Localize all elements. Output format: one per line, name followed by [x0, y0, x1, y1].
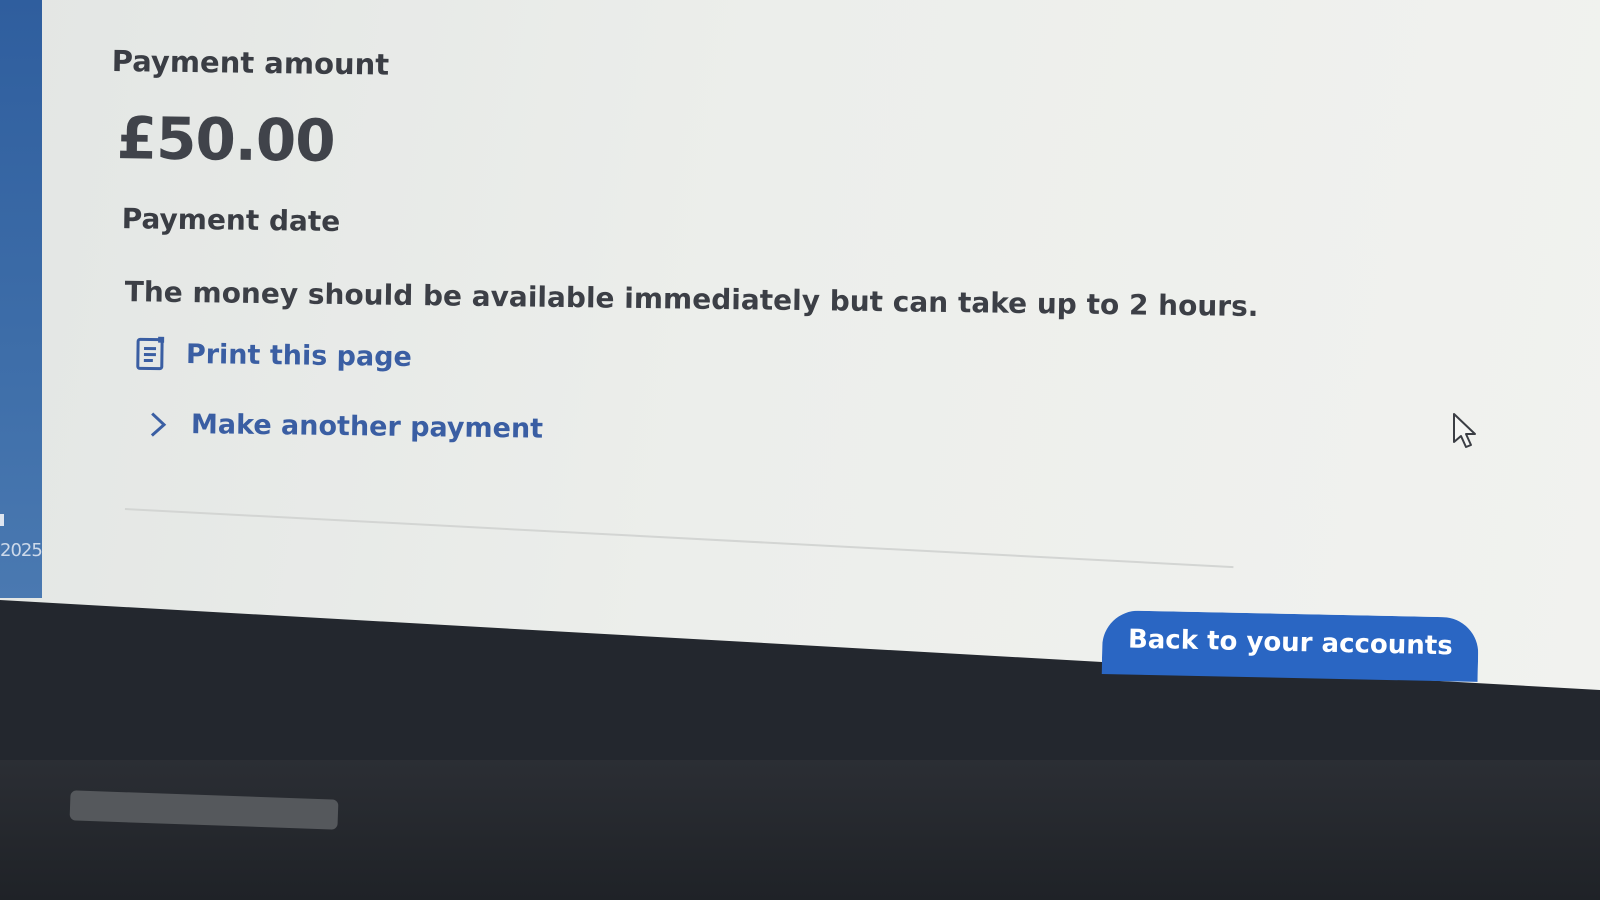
- sidebar-edge: 2025: [0, 0, 43, 598]
- sidebar-marker: [0, 514, 4, 526]
- print-icon: [136, 336, 165, 371]
- section-divider: [124, 508, 1234, 569]
- print-page-link[interactable]: Print this page: [136, 336, 1258, 385]
- monitor-bezel: [0, 760, 1600, 900]
- payment-amount-value: £50.00: [116, 104, 336, 175]
- payment-date-label: Payment date: [121, 202, 341, 239]
- make-another-payment-label: Make another payment: [190, 409, 544, 445]
- print-page-label: Print this page: [185, 338, 413, 373]
- availability-message: The money should be available immediatel…: [124, 275, 1259, 324]
- chevron-right-icon: [150, 411, 167, 437]
- back-to-accounts-button[interactable]: Back to your accounts: [1101, 610, 1478, 692]
- payment-amount-label: Payment amount: [111, 44, 390, 82]
- mouse-pointer-icon: [1453, 413, 1476, 448]
- sidebar-date-text: 2025: [0, 540, 43, 561]
- payment-confirmation-panel: Payment amount £50.00 Payment date The m…: [107, 44, 1262, 454]
- make-another-payment-link[interactable]: Make another payment: [147, 408, 1257, 454]
- browser-viewport: 2025 Payment amount £50.00 Payment date …: [0, 0, 1600, 690]
